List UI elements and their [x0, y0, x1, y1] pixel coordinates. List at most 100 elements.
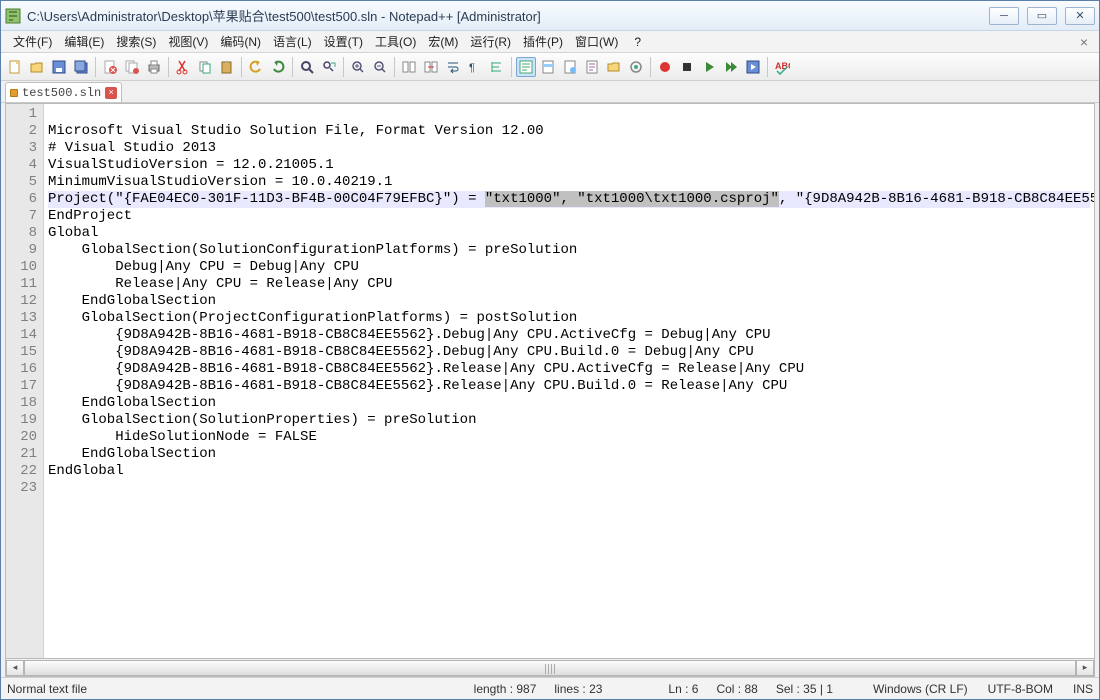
code-line[interactable]: Project("{FAE04EC0-301F-11D3-BF4B-00C04F…	[48, 191, 1090, 208]
menu-file[interactable]: 文件(F)	[7, 31, 58, 52]
menu-tools[interactable]: 工具(O)	[369, 31, 422, 52]
status-length: length : 987	[474, 682, 537, 696]
code-line[interactable]: MinimumVisualStudioVersion = 10.0.40219.…	[48, 174, 1090, 191]
replace-icon[interactable]	[319, 57, 339, 77]
code-line[interactable]: Global	[48, 225, 1090, 242]
code-line[interactable]: Debug|Any CPU = Debug|Any CPU	[48, 259, 1090, 276]
code-line[interactable]	[48, 106, 1090, 123]
code-line[interactable]: {9D8A942B-8B16-4681-B918-CB8C84EE5562}.D…	[48, 344, 1090, 361]
menu-view[interactable]: 视图(V)	[162, 31, 214, 52]
scroll-thumb[interactable]	[24, 660, 1076, 676]
copy-icon[interactable]	[195, 57, 215, 77]
undo-icon[interactable]	[246, 57, 266, 77]
scroll-right-arrow[interactable]: ▸	[1076, 660, 1094, 676]
save-macro-icon[interactable]	[743, 57, 763, 77]
scroll-track[interactable]	[24, 660, 1076, 676]
code-line[interactable]: EndGlobalSection	[48, 395, 1090, 412]
play-macro-icon[interactable]	[699, 57, 719, 77]
save-icon[interactable]	[49, 57, 69, 77]
status-insert-mode[interactable]: INS	[1073, 682, 1093, 696]
new-file-icon[interactable]	[5, 57, 25, 77]
code-line[interactable]: {9D8A942B-8B16-4681-B918-CB8C84EE5562}.R…	[48, 378, 1090, 395]
svg-text:ABC: ABC	[775, 61, 790, 71]
status-eol[interactable]: Windows (CR LF)	[873, 682, 968, 696]
code-line[interactable]: HideSolutionNode = FALSE	[48, 429, 1090, 446]
folder-view-icon[interactable]	[604, 57, 624, 77]
function-list-icon[interactable]	[582, 57, 602, 77]
line-number-gutter[interactable]: 1234567891011121314151617181920212223	[6, 104, 44, 658]
menubar-close-icon[interactable]: ×	[1076, 34, 1092, 50]
code-line[interactable]: {9D8A942B-8B16-4681-B918-CB8C84EE5562}.D…	[48, 327, 1090, 344]
code-line[interactable]: {9D8A942B-8B16-4681-B918-CB8C84EE5562}.R…	[48, 361, 1090, 378]
minimize-button[interactable]: ─	[989, 7, 1019, 25]
sync-hscroll-icon[interactable]	[421, 57, 441, 77]
show-all-chars-icon[interactable]: ¶	[465, 57, 485, 77]
toolbar-separator	[394, 57, 395, 77]
stop-macro-icon[interactable]	[677, 57, 697, 77]
menu-edit[interactable]: 编辑(E)	[58, 31, 110, 52]
code-line[interactable]: Microsoft Visual Studio Solution File, F…	[48, 123, 1090, 140]
close-file-icon[interactable]	[100, 57, 120, 77]
status-encoding[interactable]: UTF-8-BOM	[988, 682, 1053, 696]
code-line[interactable]: EndGlobalSection	[48, 293, 1090, 310]
tab-test500[interactable]: test500.sln ×	[5, 82, 122, 102]
monitor-icon[interactable]	[626, 57, 646, 77]
cut-icon[interactable]	[173, 57, 193, 77]
menu-language[interactable]: 语言(L)	[267, 31, 318, 52]
find-icon[interactable]	[297, 57, 317, 77]
zoom-out-icon[interactable]	[370, 57, 390, 77]
open-file-icon[interactable]	[27, 57, 47, 77]
statusbar: Normal text file length : 987 lines : 23…	[1, 677, 1099, 699]
tab-close-icon[interactable]: ×	[105, 87, 117, 99]
close-button[interactable]: ✕	[1065, 7, 1095, 25]
code-line[interactable]: # Visual Studio 2013	[48, 140, 1090, 157]
code-line[interactable]: GlobalSection(ProjectConfigurationPlatfo…	[48, 310, 1090, 327]
scroll-left-arrow[interactable]: ◂	[6, 660, 24, 676]
word-wrap-icon[interactable]	[443, 57, 463, 77]
menu-plugins[interactable]: 插件(P)	[517, 31, 569, 52]
doc-map-icon[interactable]	[538, 57, 558, 77]
menubar: 文件(F) 编辑(E) 搜索(S) 视图(V) 编码(N) 语言(L) 设置(T…	[1, 31, 1099, 53]
play-multi-icon[interactable]	[721, 57, 741, 77]
horizontal-scrollbar[interactable]: ◂ ▸	[5, 659, 1095, 677]
menu-window[interactable]: 窗口(W)	[569, 31, 624, 52]
svg-text:¶: ¶	[469, 62, 475, 74]
code-line[interactable]: GlobalSection(SolutionProperties) = preS…	[48, 412, 1090, 429]
code-editor[interactable]: Microsoft Visual Studio Solution File, F…	[44, 104, 1094, 658]
close-all-icon[interactable]	[122, 57, 142, 77]
code-line[interactable]: Release|Any CPU = Release|Any CPU	[48, 276, 1090, 293]
code-line[interactable]: EndGlobal	[48, 463, 1090, 480]
code-line[interactable]: EndProject	[48, 208, 1090, 225]
menu-run[interactable]: 运行(R)	[464, 31, 517, 52]
print-icon[interactable]	[144, 57, 164, 77]
menu-help[interactable]: ?	[628, 33, 647, 51]
save-all-icon[interactable]	[71, 57, 91, 77]
paste-icon[interactable]	[217, 57, 237, 77]
menu-macro[interactable]: 宏(M)	[422, 31, 464, 52]
doc-list-icon[interactable]	[560, 57, 580, 77]
menu-settings[interactable]: 设置(T)	[318, 31, 369, 52]
code-line[interactable]: GlobalSection(SolutionConfigurationPlatf…	[48, 242, 1090, 259]
code-line[interactable]	[48, 480, 1090, 497]
scroll-grip-icon	[545, 664, 555, 674]
record-macro-icon[interactable]	[655, 57, 675, 77]
status-filetype: Normal text file	[7, 682, 87, 696]
spellcheck-icon[interactable]: ABC	[772, 57, 792, 77]
app-icon	[5, 8, 21, 24]
menu-encoding[interactable]: 编码(N)	[214, 31, 267, 52]
toolbar-separator	[168, 57, 169, 77]
status-col: Col : 88	[716, 682, 757, 696]
indent-guide-icon[interactable]	[487, 57, 507, 77]
maximize-button[interactable]: ▭	[1027, 7, 1057, 25]
user-lang-icon[interactable]	[516, 57, 536, 77]
menu-search[interactable]: 搜索(S)	[110, 31, 162, 52]
zoom-in-icon[interactable]	[348, 57, 368, 77]
code-line[interactable]: EndGlobalSection	[48, 446, 1090, 463]
sync-vscroll-icon[interactable]	[399, 57, 419, 77]
editor-area: 1234567891011121314151617181920212223 Mi…	[5, 103, 1095, 659]
status-ln: Ln : 6	[668, 682, 698, 696]
code-line[interactable]: VisualStudioVersion = 12.0.21005.1	[48, 157, 1090, 174]
window-title: C:\Users\Administrator\Desktop\苹果贴合\test…	[27, 6, 989, 25]
titlebar[interactable]: C:\Users\Administrator\Desktop\苹果贴合\test…	[1, 1, 1099, 31]
redo-icon[interactable]	[268, 57, 288, 77]
